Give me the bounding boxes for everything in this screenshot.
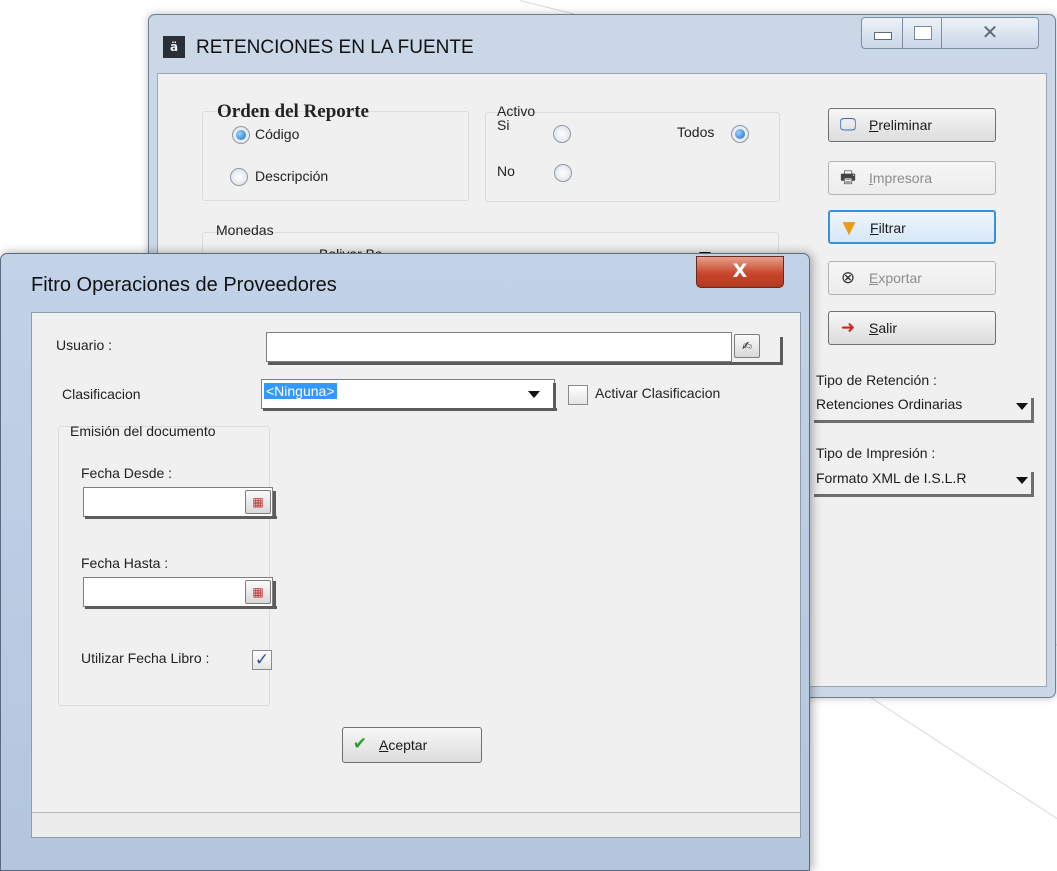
minimize-icon bbox=[874, 32, 892, 40]
aceptar-label: Aceptar bbox=[379, 737, 428, 753]
utilizar-fecha-libro-checkbox[interactable]: ✓ bbox=[252, 650, 272, 670]
usuario-input[interactable] bbox=[266, 332, 732, 362]
clasificacion-label: Clasificacion bbox=[62, 386, 141, 402]
fecha-desde-label: Fecha Desde : bbox=[81, 465, 173, 481]
input-shadow bbox=[780, 337, 783, 365]
maximize-icon bbox=[914, 26, 932, 40]
funnel-icon: ▼ bbox=[842, 218, 856, 238]
filtrar-label: Filtrar bbox=[870, 220, 906, 236]
orden-reporte-group: Orden del Reporte Código Descripción bbox=[202, 101, 469, 201]
window-title: RETENCIONES EN LA FUENTE bbox=[196, 37, 474, 58]
activar-clasificacion-checkbox[interactable] bbox=[568, 385, 588, 405]
input-shadow bbox=[273, 491, 276, 519]
combo-shadow bbox=[814, 420, 1034, 423]
clasificacion-combo[interactable]: <Ninguna> bbox=[261, 379, 555, 409]
calendar-icon: ▦ bbox=[252, 585, 264, 599]
impresora-button[interactable]: 🖶 Impresora bbox=[828, 161, 996, 195]
app-logo-icon: ä bbox=[163, 36, 185, 58]
background-line bbox=[859, 690, 1057, 822]
monedas-title: Monedas bbox=[216, 222, 274, 238]
todos-radio[interactable] bbox=[731, 125, 749, 143]
exit-door-icon: ➜ bbox=[840, 318, 856, 338]
filtro-dialog: Fitro Operaciones de Proveedores X Usuar… bbox=[0, 253, 810, 871]
usuario-label: Usuario : bbox=[56, 337, 113, 353]
maximize-button[interactable] bbox=[902, 17, 942, 49]
emision-group: Emisión del documento Fecha Desde : ▦ Fe… bbox=[58, 423, 277, 706]
clasificacion-selected-value: <Ninguna> bbox=[264, 383, 337, 399]
fecha-desde-calendar-button[interactable]: ▦ bbox=[245, 490, 271, 514]
fecha-hasta-label: Fecha Hasta : bbox=[81, 555, 169, 571]
close-button[interactable]: ✕ bbox=[941, 17, 1039, 49]
export-icon: ⊗ bbox=[840, 268, 856, 288]
codigo-label: Código bbox=[255, 126, 300, 142]
caption-buttons: ✕ bbox=[861, 17, 1051, 49]
combo-shadow bbox=[1031, 398, 1034, 423]
clasificacion-dropdown-icon[interactable] bbox=[528, 391, 540, 398]
input-shadow bbox=[268, 362, 782, 365]
descripcion-label: Descripción bbox=[255, 168, 329, 184]
close-icon: ✕ bbox=[981, 20, 999, 44]
dialog-client-area: Usuario : ✍ Clasificacion <Ninguna> Acti… bbox=[31, 312, 801, 838]
preliminar-button[interactable]: 🖵 Preliminar bbox=[828, 108, 996, 142]
tipo-retencion-dropdown-icon[interactable] bbox=[1016, 403, 1028, 410]
activo-group: Activo Si Todos No bbox=[485, 103, 780, 202]
dialog-title: Fitro Operaciones de Proveedores bbox=[31, 274, 337, 296]
combo-shadow bbox=[553, 383, 556, 411]
exportar-button[interactable]: ⊗ Exportar bbox=[828, 261, 996, 295]
dialog-close-button[interactable]: X bbox=[696, 256, 784, 288]
descripcion-radio[interactable] bbox=[230, 168, 248, 186]
todos-label: Todos bbox=[677, 124, 715, 140]
printer-icon: 🖶 bbox=[839, 168, 857, 188]
salir-label: Salir bbox=[869, 320, 898, 336]
check-circle-icon: ✔ bbox=[352, 734, 368, 754]
monitor-icon: 🖵 bbox=[839, 115, 857, 135]
si-label: Si bbox=[497, 117, 510, 133]
no-radio[interactable] bbox=[554, 164, 572, 182]
close-icon: X bbox=[732, 260, 748, 282]
input-shadow bbox=[85, 516, 277, 519]
checkmark-icon: ✓ bbox=[254, 650, 270, 670]
emision-title: Emisión del documento bbox=[70, 423, 216, 439]
tipo-retencion-combo[interactable]: Retenciones Ordinarias bbox=[816, 396, 962, 412]
calendar-icon: ▦ bbox=[252, 495, 264, 509]
combo-shadow bbox=[1031, 472, 1034, 497]
tipo-retencion-label: Tipo de Retención : bbox=[816, 372, 937, 388]
preliminar-label: Preliminar bbox=[869, 117, 933, 133]
input-shadow bbox=[85, 606, 277, 609]
no-label: No bbox=[497, 163, 515, 179]
impresora-label: Impresora bbox=[869, 170, 933, 186]
input-shadow bbox=[273, 581, 276, 609]
combo-shadow bbox=[814, 494, 1034, 497]
utilizar-fecha-libro-label: Utilizar Fecha Libro : bbox=[81, 650, 210, 666]
minimize-button[interactable] bbox=[861, 17, 903, 49]
combo-shadow bbox=[263, 408, 557, 411]
si-radio[interactable] bbox=[553, 125, 571, 143]
activar-clasificacion-label: Activar Clasificacion bbox=[595, 385, 721, 401]
signature-icon: ✍ bbox=[741, 339, 753, 353]
tipo-impresion-label: Tipo de Impresión : bbox=[816, 445, 936, 461]
orden-reporte-title: Orden del Reporte bbox=[217, 101, 369, 122]
usuario-lookup-button[interactable]: ✍ bbox=[734, 334, 760, 358]
fecha-hasta-calendar-button[interactable]: ▦ bbox=[245, 580, 271, 604]
aceptar-button[interactable]: ✔ Aceptar bbox=[342, 727, 482, 763]
tipo-impresion-dropdown-icon[interactable] bbox=[1016, 477, 1028, 484]
tipo-impresion-combo[interactable]: Formato XML de I.S.L.R bbox=[816, 470, 966, 486]
filtrar-button[interactable]: ▼ Filtrar bbox=[828, 210, 996, 244]
codigo-radio[interactable] bbox=[232, 126, 250, 144]
salir-button[interactable]: ➜ Salir bbox=[828, 311, 996, 345]
status-bar bbox=[32, 812, 800, 837]
exportar-label: Exportar bbox=[869, 270, 922, 286]
